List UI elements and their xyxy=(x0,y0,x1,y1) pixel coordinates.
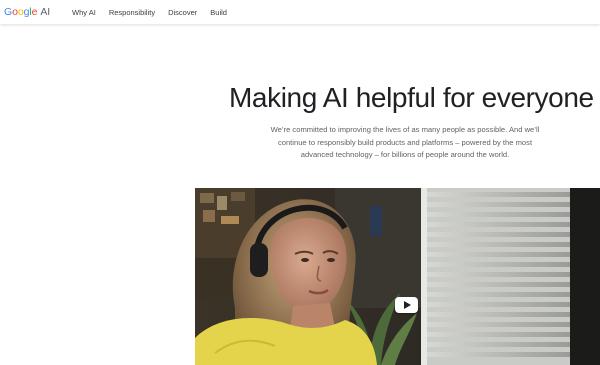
video-frame-illustration xyxy=(195,188,600,365)
nav-item-discover[interactable]: Discover xyxy=(168,8,197,17)
nav-item-responsibility[interactable]: Responsibility xyxy=(109,8,155,17)
logo-letter-g: G xyxy=(4,6,13,18)
google-wordmark: Google xyxy=(4,6,37,18)
hero-video[interactable] xyxy=(195,188,600,365)
page: Google AI Why AI Responsibility Discover… xyxy=(0,0,600,365)
play-icon xyxy=(404,301,411,309)
main-nav: Why AI Responsibility Discover Build xyxy=(72,8,240,17)
hero-description: We’re committed to improving the lives o… xyxy=(270,125,540,160)
logo-letter-e: e xyxy=(31,6,38,18)
google-ai-logo[interactable]: Google AI xyxy=(4,6,50,18)
play-button[interactable] xyxy=(395,297,418,313)
nav-item-why-ai[interactable]: Why AI xyxy=(72,8,96,17)
top-navigation-bar: Google AI Why AI Responsibility Discover… xyxy=(0,0,600,24)
logo-ai-suffix: AI xyxy=(40,6,51,18)
nav-item-build[interactable]: Build xyxy=(210,8,227,17)
hero-headline: Making AI helpful for everyone xyxy=(229,82,594,113)
